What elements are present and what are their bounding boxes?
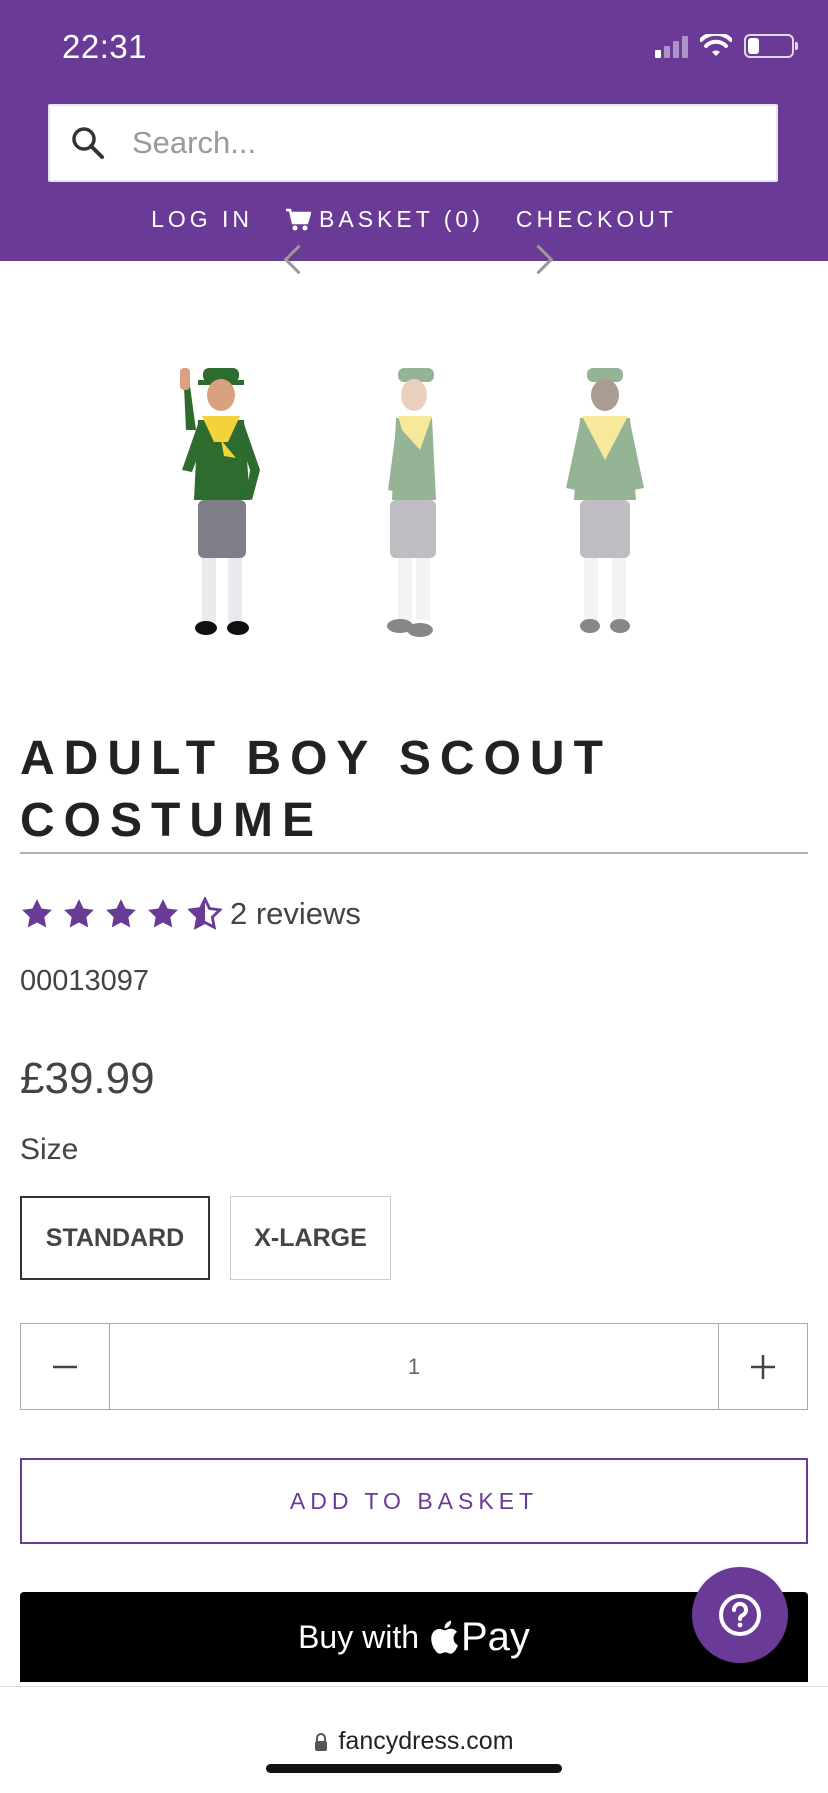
minus-icon (53, 1365, 77, 1368)
search-bar[interactable] (48, 104, 778, 182)
home-indicator[interactable] (266, 1764, 562, 1773)
site-header: 22:31 LOG IN BASKET (0) CHECKOUT (0, 0, 828, 261)
product-sku: 00013097 (20, 965, 150, 997)
wifi-icon (700, 34, 732, 56)
status-icons (655, 34, 798, 58)
quantity-stepper: 1 (20, 1323, 808, 1410)
checkout-label: CHECKOUT (515, 206, 677, 232)
url-text: fancydress.com (338, 1727, 514, 1755)
search-icon (72, 127, 104, 159)
quantity-decrease-button[interactable] (21, 1324, 110, 1409)
size-option-standard[interactable]: STANDARD (20, 1196, 210, 1280)
help-button[interactable] (692, 1567, 788, 1663)
product-rating[interactable]: 2 reviews (20, 896, 361, 932)
add-to-basket-button[interactable]: ADD TO BASKET (20, 1458, 808, 1544)
buy-with-label: Buy with (298, 1618, 419, 1655)
thumbnail-front[interactable] (150, 360, 300, 660)
product-price: £39.99 (20, 1054, 155, 1103)
thumbnail-side[interactable] (340, 360, 490, 660)
apple-icon (431, 1620, 458, 1654)
login-label: LOG IN (151, 206, 254, 232)
rating-stars (20, 897, 222, 931)
product-thumbnails (150, 360, 680, 660)
size-option-x-large[interactable]: X-LARGE (230, 1196, 391, 1280)
carousel-arrows (0, 244, 828, 285)
signal-icon (655, 34, 688, 58)
plus-icon (751, 1354, 775, 1379)
title-divider (20, 852, 808, 854)
reviews-count[interactable]: 2 reviews (230, 896, 361, 932)
product-title: ADULT BOY SCOUT COSTUME (20, 728, 810, 852)
star-icon (22, 899, 52, 928)
star-icon (148, 899, 178, 928)
quantity-increase-button[interactable] (718, 1324, 807, 1409)
battery-icon (744, 34, 798, 58)
login-link[interactable]: LOG IN (151, 206, 253, 233)
status-time: 22:31 (62, 28, 148, 65)
product-title-line2: COSTUME (20, 794, 323, 847)
browser-url-bar[interactable]: fancydress.com (0, 1686, 828, 1793)
basket-link[interactable]: BASKET (0) (285, 206, 484, 233)
basket-label: BASKET (0) (319, 206, 484, 232)
header-nav: LOG IN BASKET (0) CHECKOUT (0, 206, 828, 233)
quantity-input[interactable]: 1 (110, 1324, 718, 1409)
url-display[interactable]: fancydress.com (0, 1727, 828, 1756)
star-icon (106, 899, 136, 928)
search-input[interactable] (130, 124, 734, 162)
help-icon (719, 1594, 761, 1636)
apple-pay-logo: Pay (429, 1615, 530, 1660)
star-half-icon (188, 897, 222, 930)
checkout-link[interactable]: CHECKOUT (516, 206, 677, 233)
lock-icon (315, 1732, 328, 1751)
star-icon (64, 899, 94, 928)
cart-icon (286, 208, 312, 230)
thumbnail-back[interactable] (530, 360, 680, 660)
product-title-line1: ADULT BOY SCOUT (20, 732, 612, 785)
size-label: Size (20, 1133, 79, 1166)
pay-word: Pay (461, 1614, 530, 1659)
apple-pay-button[interactable]: Buy with Pay (20, 1592, 808, 1682)
